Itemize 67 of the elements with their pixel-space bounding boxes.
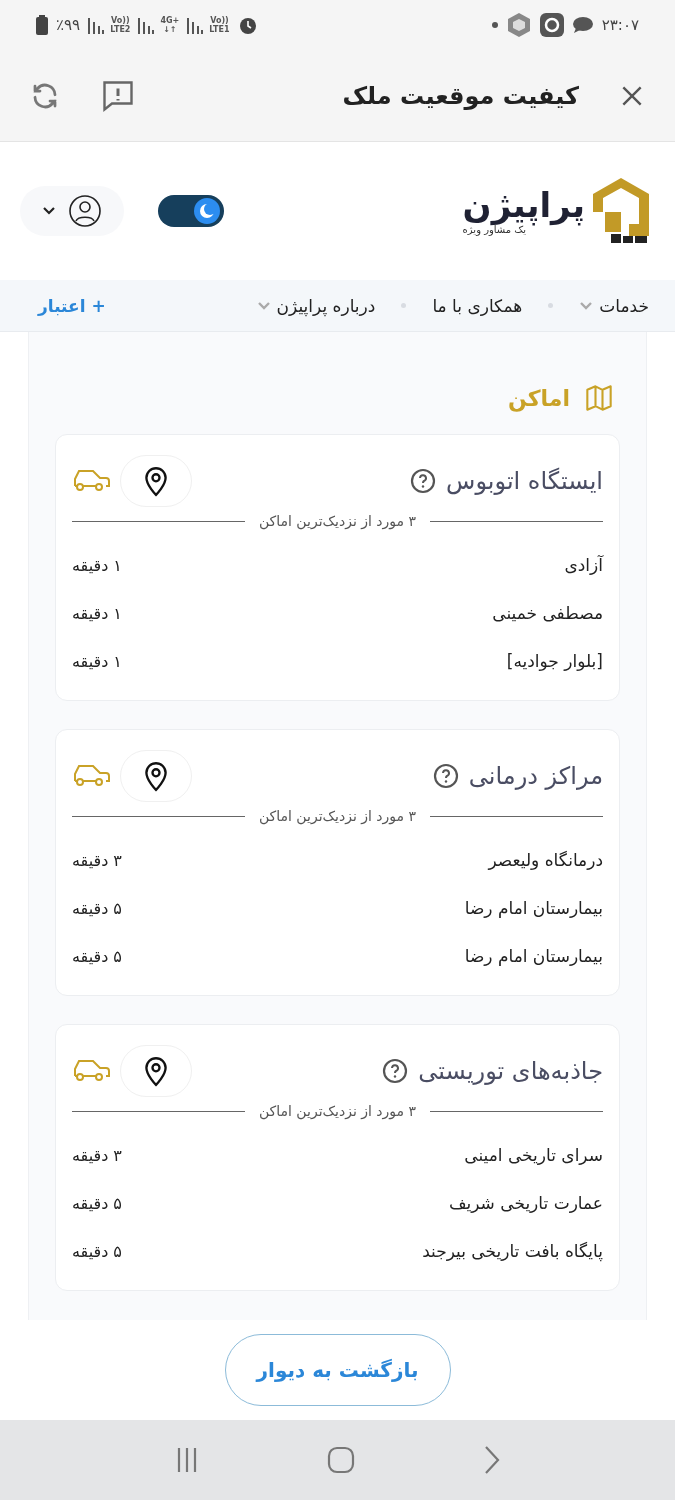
place-name: آزادی: [564, 555, 603, 575]
help-icon: [432, 763, 459, 789]
map-pin-icon: [143, 760, 169, 792]
travel-time: ۵ دقیقه: [72, 946, 122, 966]
nav-link[interactable]: خدمات: [579, 295, 649, 316]
place-name: عمارت تاریخی شریف: [448, 1193, 603, 1213]
travel-time: ۵ دقیقه: [72, 1241, 122, 1261]
home-button[interactable]: [327, 1446, 356, 1474]
map-pin-icon: [143, 1055, 169, 1087]
back-button[interactable]: بازگشت به دیوار: [224, 1334, 451, 1406]
user-menu-button[interactable]: [20, 186, 124, 236]
chat-icon: [571, 16, 594, 34]
cube-icon: [505, 12, 532, 38]
location-button[interactable]: [120, 1045, 192, 1097]
card-subtitle: ۳ مورد از نزدیک‌ترین اماکن: [258, 513, 417, 529]
travel-time: ۳ دقیقه: [72, 850, 122, 870]
section-title: اماکن: [508, 385, 570, 411]
logo-tagline: یک مشاور ویژه: [462, 224, 527, 236]
travel-time: ۵ دقیقه: [72, 1193, 122, 1213]
place-name: [بلوار جوادیه]: [506, 651, 603, 671]
travel-time: ۵ دقیقه: [72, 898, 122, 918]
travel-time: ۱ دقیقه: [72, 603, 122, 623]
network-label: Vo)) LTE1: [209, 16, 230, 34]
logo-name: پراپیژن: [462, 186, 585, 225]
user-icon: [68, 194, 102, 228]
card-subtitle: ۳ مورد از نزدیک‌ترین اماکن: [258, 808, 417, 824]
signal-icon: [187, 16, 204, 34]
dot-icon: [491, 22, 498, 28]
nav-link[interactable]: همکاری با ما: [432, 295, 523, 316]
battery-level: ٪۹۹: [56, 16, 81, 34]
credit-link[interactable]: + اعتبار: [38, 295, 106, 316]
window-title: کیفیت موقعیت ملک: [341, 81, 579, 110]
network-label: 4G+ ↓↑: [160, 16, 180, 34]
moon-icon: [198, 202, 216, 220]
nav-link[interactable]: درباره پراپیژن: [256, 295, 376, 316]
help-icon: [410, 468, 437, 494]
house-logo-icon: [591, 176, 651, 246]
car-icon: [72, 468, 110, 494]
travel-time: ۱ دقیقه: [72, 651, 122, 671]
place-name: سرای تاریخی امینی: [464, 1145, 603, 1165]
place-name: بیمارستان امام رضا: [464, 898, 603, 918]
clock: ۲۳:۰۷: [601, 16, 639, 34]
place-name: مصطفی خمینی: [492, 603, 603, 623]
help-icon: [382, 1058, 409, 1084]
card-subtitle: ۳ مورد از نزدیک‌ترین اماکن: [258, 1103, 417, 1119]
signal-icon: [88, 16, 105, 34]
place-name: پایگاه بافت تاریخی بیرجند: [422, 1241, 603, 1261]
app-icon: [539, 13, 564, 37]
travel-time: ۳ دقیقه: [72, 1145, 122, 1165]
card-title: مراکز درمانی: [468, 762, 603, 790]
signal-icon: [138, 16, 155, 34]
network-label: Vo)) LTE2: [110, 16, 131, 34]
place-name: بیمارستان امام رضا: [464, 946, 603, 966]
card-title: ایستگاه اتوبوس: [446, 467, 603, 495]
place-name: درمانگاه ولیعصر: [488, 850, 603, 870]
chevron-down-icon: [42, 206, 56, 216]
battery-icon: [36, 15, 48, 35]
map-pin-icon: [143, 465, 169, 497]
dark-mode-toggle[interactable]: [158, 195, 224, 227]
car-icon: [72, 763, 110, 789]
alarm-icon: [237, 15, 258, 35]
travel-time: ۱ دقیقه: [72, 555, 122, 575]
map-icon: [584, 384, 614, 412]
card-title: جاذبه‌های توریستی: [418, 1057, 603, 1085]
location-button[interactable]: [120, 750, 192, 802]
car-icon: [72, 1058, 110, 1084]
location-button[interactable]: [120, 455, 192, 507]
